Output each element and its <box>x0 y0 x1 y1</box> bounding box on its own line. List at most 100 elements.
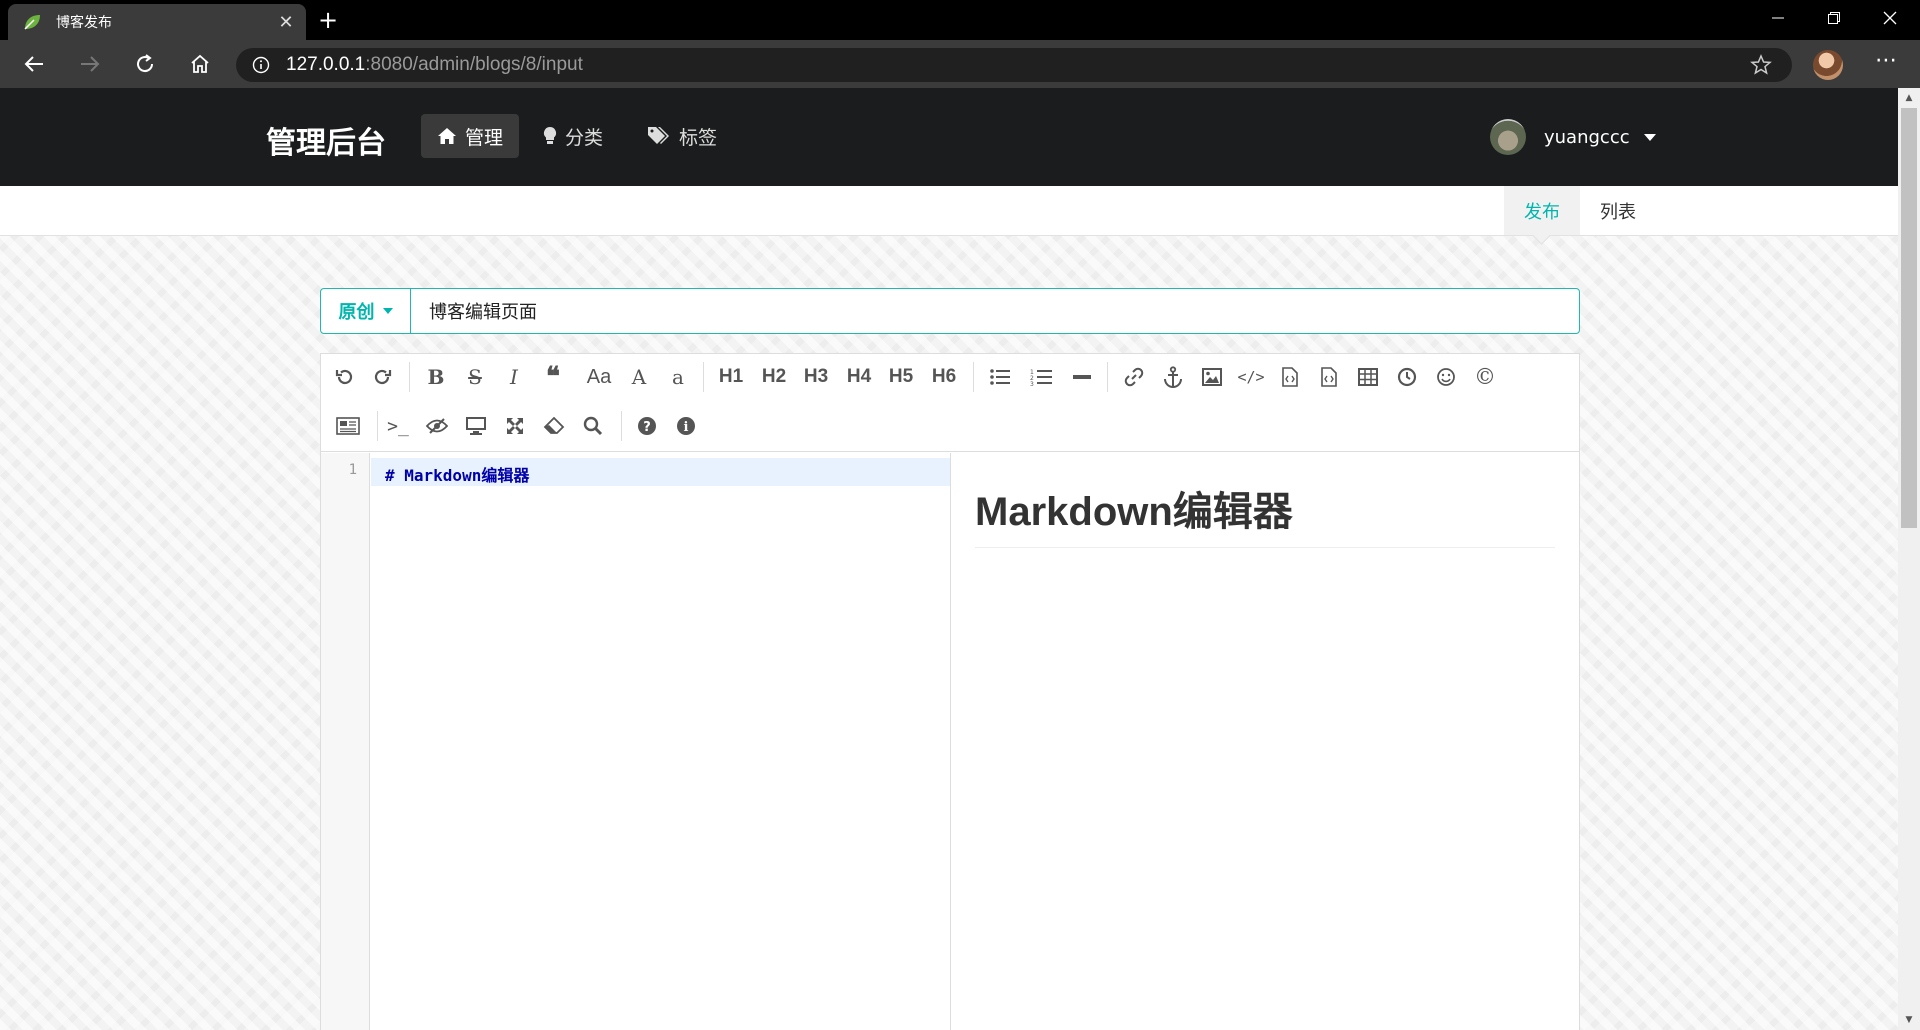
html-entities-icon[interactable]: © <box>1470 362 1500 392</box>
restore-button[interactable] <box>1806 0 1862 36</box>
nav-item-manage[interactable]: 管理 <box>421 114 520 158</box>
reload-icon <box>137 54 154 73</box>
leaf-favicon-icon <box>24 15 40 30</box>
minimize-icon <box>1772 17 1784 19</box>
toolbar-divider <box>409 362 410 392</box>
forward-button[interactable] <box>72 48 108 80</box>
home-icon <box>438 128 456 144</box>
link-icon[interactable] <box>1119 362 1149 392</box>
h4-button[interactable]: H4 <box>841 362 877 392</box>
h2-button[interactable]: H2 <box>756 362 792 392</box>
arrow-right-icon <box>81 56 100 72</box>
file-code-icon <box>1321 367 1337 387</box>
subnav-list[interactable]: 列表 <box>1580 186 1656 235</box>
search-icon[interactable] <box>578 411 608 441</box>
goto-line-icon[interactable]: >_ <box>383 411 413 441</box>
svg-text:i: i <box>684 420 689 435</box>
info-icon[interactable]: i <box>671 411 701 441</box>
list-ul-icon[interactable] <box>985 362 1015 392</box>
quote-icon[interactable]: ❝ <box>538 362 568 392</box>
line-number: 1 <box>348 462 357 478</box>
svg-text:3: 3 <box>1030 381 1034 386</box>
nav-item-label: 标签 <box>679 126 718 149</box>
scroll-up-icon[interactable]: ▲ <box>1904 93 1914 103</box>
toolbar-divider <box>621 411 622 441</box>
h6-button[interactable]: H6 <box>926 362 962 392</box>
markdown-editor: B S I ❝ Aa A a H1 H2 H3 H4 H5 H6 123 </>… <box>320 353 1580 1030</box>
image-icon[interactable] <box>1197 362 1227 392</box>
file-code-icon <box>1282 367 1298 387</box>
fullscreen-icon[interactable] <box>500 411 530 441</box>
flag-dropdown[interactable]: 原创 <box>321 289 411 333</box>
info-icon[interactable] <box>252 56 270 74</box>
url-text[interactable]: 127.0.0.1:8080/admin/blogs/8/input <box>286 54 583 76</box>
link-icon-svg <box>1124 367 1144 387</box>
caret-down-icon <box>1643 133 1656 141</box>
reload-button[interactable] <box>127 48 163 80</box>
clear-icon[interactable] <box>539 411 569 441</box>
subnav-publish[interactable]: 发布 <box>1504 186 1580 235</box>
tags-icon <box>648 127 669 144</box>
user-menu[interactable]: yuangccc <box>1490 119 1656 155</box>
user-avatar <box>1490 119 1526 155</box>
page-viewport: 管理后台 管理 分类 标签 yuangccc 发布 列表 原创 博客编辑页面 B… <box>0 88 1898 1030</box>
toolbar-divider <box>1107 362 1108 392</box>
lowercase-icon[interactable]: a <box>663 362 693 392</box>
list-ol-icon[interactable]: 123 <box>1026 362 1056 392</box>
nav-item-category[interactable]: 分类 <box>527 114 619 158</box>
preview-icon[interactable] <box>461 411 491 441</box>
tab-close-icon[interactable]: ✕ <box>276 12 296 33</box>
title-input[interactable] <box>411 289 1579 333</box>
nav-item-tags[interactable]: 标签 <box>631 114 733 158</box>
flag-value: 原创 <box>338 302 375 323</box>
profile-avatar[interactable] <box>1813 50 1843 80</box>
page-scrollbar[interactable]: ▲ ▼ <box>1898 88 1920 1030</box>
ucwords-icon[interactable]: Aa <box>579 362 619 392</box>
h1-button[interactable]: H1 <box>713 362 749 392</box>
info-circle-icon: i <box>677 417 695 435</box>
scrollbar-thumb[interactable] <box>1901 108 1917 528</box>
redo-icon[interactable] <box>368 362 398 392</box>
undo-icon-svg <box>335 369 353 385</box>
code-editor[interactable]: # Markdown编辑器 <box>371 453 950 1030</box>
sub-navbar: 发布 列表 <box>0 186 1898 236</box>
minimize-button[interactable] <box>1750 0 1806 36</box>
back-button[interactable] <box>16 48 52 80</box>
close-window-button[interactable] <box>1862 0 1918 36</box>
h3-button[interactable]: H3 <box>798 362 834 392</box>
emoji-icon[interactable] <box>1431 362 1461 392</box>
image-icon-svg <box>1202 368 1222 386</box>
question-circle-icon: ? <box>638 417 656 435</box>
scroll-down-icon[interactable]: ▼ <box>1904 1015 1914 1025</box>
code-icon[interactable]: </> <box>1236 362 1266 392</box>
browser-tab[interactable]: 博客发布 ✕ <box>8 4 306 40</box>
datetime-icon[interactable] <box>1392 362 1422 392</box>
star-icon[interactable] <box>1750 54 1772 76</box>
uppercase-icon[interactable]: A <box>624 362 654 392</box>
browser-tabbar: 博客发布 ✕ + <box>0 0 1920 40</box>
toolbar-divider <box>377 411 378 441</box>
italic-icon[interactable]: I <box>499 362 529 392</box>
markdown-preview: Markdown编辑器 <box>951 453 1579 1030</box>
url-path: :8080/admin/blogs/8/input <box>365 54 583 75</box>
preformatted-text-icon[interactable] <box>1275 362 1305 392</box>
h5-button[interactable]: H5 <box>883 362 919 392</box>
code-block-icon[interactable] <box>1314 362 1344 392</box>
home-button[interactable] <box>182 48 218 80</box>
watch-icon[interactable] <box>422 411 452 441</box>
clock-icon <box>1397 367 1417 387</box>
undo-icon[interactable] <box>329 362 359 392</box>
pagebreak-icon[interactable] <box>333 411 363 441</box>
title-input-group: 原创 <box>320 288 1580 334</box>
table-icon[interactable] <box>1353 362 1383 392</box>
hr-icon[interactable] <box>1067 362 1097 392</box>
preview-heading: Markdown编辑器 <box>975 479 1555 548</box>
username: yuangccc <box>1544 126 1630 148</box>
address-bar[interactable]: 127.0.0.1:8080/admin/blogs/8/input <box>236 48 1792 82</box>
bold-icon[interactable]: B <box>421 362 451 392</box>
new-tab-button[interactable]: + <box>314 6 342 34</box>
anchor-icon[interactable] <box>1158 362 1188 392</box>
help-icon[interactable]: ? <box>632 411 662 441</box>
more-menu-icon[interactable]: ⋯ <box>1868 50 1904 80</box>
strikethrough-icon[interactable]: S <box>460 362 490 392</box>
